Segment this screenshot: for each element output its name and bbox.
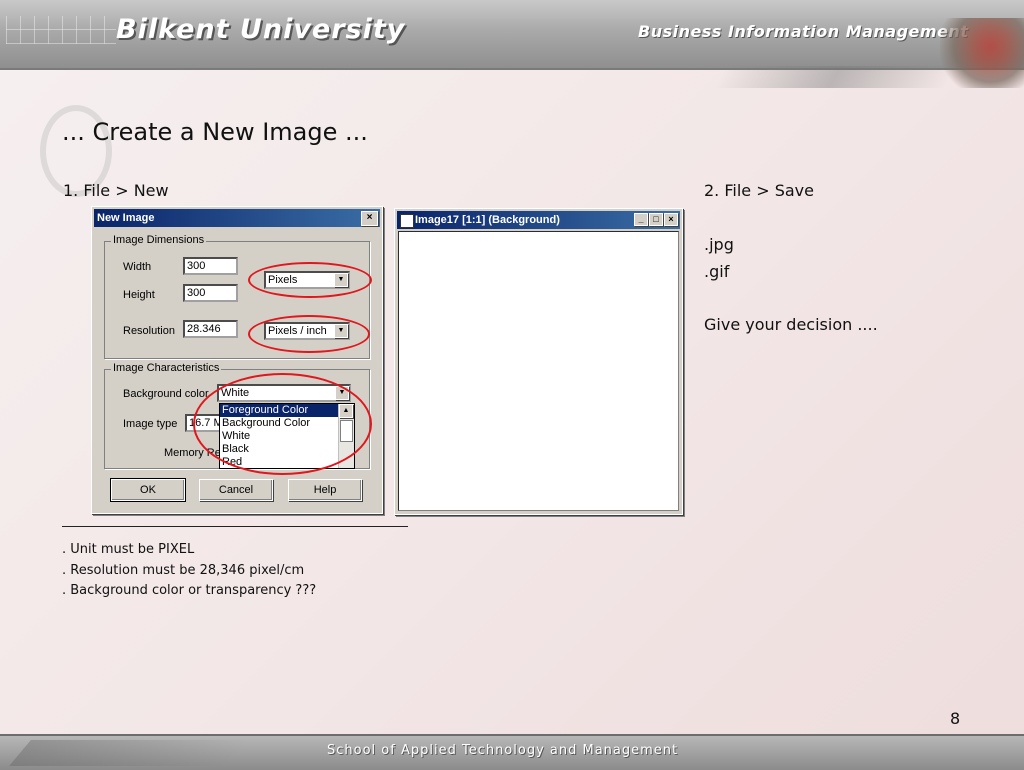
maximize-button[interactable]: □ (649, 213, 663, 226)
width-label: Width (123, 261, 152, 273)
dialog-title: New Image (97, 212, 155, 224)
format-gif: .gif (704, 262, 730, 281)
image-window: Image17 [1:1] (Background) _ □ × (394, 208, 683, 515)
header-photo (940, 18, 1024, 88)
resolution-input[interactable]: 28.346 (183, 320, 238, 338)
highlight-ring-background (193, 373, 372, 475)
group-label-dimensions: Image Dimensions (111, 234, 207, 246)
university-title: Bilkent University (116, 14, 406, 45)
ok-button[interactable]: OK (110, 478, 186, 502)
group-label-characteristics: Image Characteristics (111, 362, 222, 374)
dialog-close-button[interactable]: × (361, 211, 378, 226)
step-file-save: 2. File > Save (704, 181, 814, 200)
dialog-titlebar[interactable]: New Image × (94, 209, 380, 227)
image-window-title: Image17 [1:1] (Background) (415, 214, 560, 226)
cancel-button[interactable]: Cancel (199, 479, 273, 501)
minimize-button[interactable]: _ (634, 213, 648, 226)
height-input[interactable]: 300 (183, 284, 238, 302)
footer-banner: School of Applied Technology and Managem… (0, 734, 1024, 770)
header-banner: Bilkent University Business Information … (0, 0, 1024, 88)
header-swoosh-decoration (713, 66, 957, 88)
note-resolution: . Resolution must be 28,346 pixel/cm (62, 563, 305, 578)
help-button[interactable]: Help (288, 479, 362, 501)
image-document-icon (400, 214, 414, 228)
image-window-titlebar[interactable]: Image17 [1:1] (Background) _ □ × (397, 211, 680, 229)
department-title: Business Information Management (638, 22, 969, 41)
background-color-label: Background color (123, 388, 209, 400)
image-canvas[interactable] (398, 231, 679, 511)
note-background: . Background color or transparency ??? (62, 583, 317, 598)
note-unit: . Unit must be PIXEL (62, 542, 195, 557)
highlight-ring-resolution (248, 315, 370, 353)
page-number: 8 (950, 709, 961, 728)
resolution-label: Resolution (123, 325, 175, 337)
width-input[interactable]: 300 (183, 257, 238, 275)
height-label: Height (123, 289, 155, 301)
footer-decoration (9, 740, 251, 766)
footer-text: School of Applied Technology and Managem… (327, 743, 679, 758)
decision-text: Give your decision .... (704, 315, 878, 334)
step-file-new: 1. File > New (63, 181, 169, 200)
highlight-ring-pixels (248, 262, 372, 298)
slide-title: ... Create a New Image ... (62, 118, 368, 146)
image-type-label: Image type (123, 418, 178, 430)
header-grid-decoration (6, 16, 116, 44)
format-jpg: .jpg (704, 235, 734, 254)
divider (62, 526, 408, 527)
close-button[interactable]: × (664, 213, 678, 226)
